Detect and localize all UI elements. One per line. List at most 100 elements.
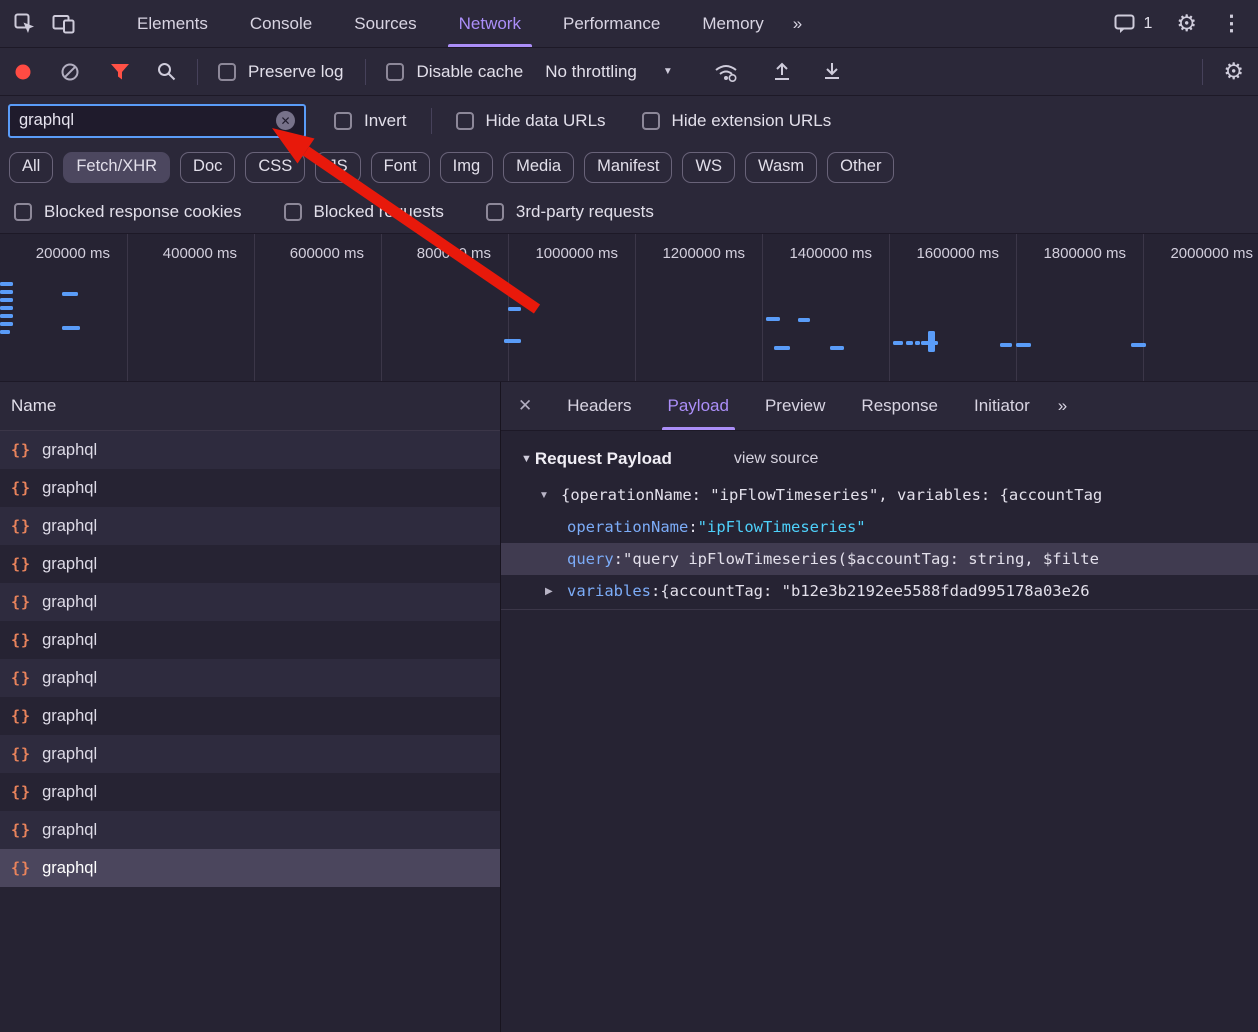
- payload-tree: ▼ {operationName: "ipFlowTimeseries", va…: [501, 479, 1258, 610]
- throttling-dropdown[interactable]: No throttling ▼: [545, 62, 673, 82]
- clear-filter-icon[interactable]: ✕: [276, 111, 295, 130]
- detail-tab-initiator[interactable]: Initiator: [956, 382, 1048, 430]
- main-tab-strip: ElementsConsoleSourcesNetworkPerformance…: [116, 0, 785, 47]
- detail-tab-payload[interactable]: Payload: [650, 382, 747, 430]
- tab-console[interactable]: Console: [229, 0, 333, 47]
- detail-tab-preview[interactable]: Preview: [747, 382, 843, 430]
- detail-tab-headers[interactable]: Headers: [549, 382, 649, 430]
- payload-entry-variables[interactable]: ▶variables: {accountTag: "b12e3b2192ee55…: [501, 575, 1258, 607]
- payload-summary-row[interactable]: ▼ {operationName: "ipFlowTimeseries", va…: [501, 479, 1258, 511]
- timeline-label: 800000 ms: [417, 245, 491, 262]
- request-row[interactable]: {}graphql: [0, 773, 500, 811]
- checkbox-icon: [456, 112, 474, 130]
- disable-cache-checkbox[interactable]: Disable cache: [386, 62, 523, 82]
- chip-ws[interactable]: WS: [682, 152, 735, 183]
- kebab-menu-icon[interactable]: ⋮: [1221, 13, 1242, 34]
- chip-manifest[interactable]: Manifest: [584, 152, 672, 183]
- chip-js[interactable]: JS: [315, 152, 360, 183]
- close-icon[interactable]: ✕: [501, 396, 549, 416]
- waterfall-bar: [0, 298, 13, 302]
- network-settings-gear-icon[interactable]: ⚙: [1223, 60, 1244, 83]
- tab-network[interactable]: Network: [438, 0, 542, 47]
- json-braces-icon: {}: [11, 859, 31, 877]
- tab-sources[interactable]: Sources: [333, 0, 437, 47]
- filter-input[interactable]: [19, 111, 276, 130]
- chip-css[interactable]: CSS: [245, 152, 305, 183]
- payload-key: operationName: [567, 518, 688, 536]
- invert-checkbox[interactable]: Invert: [334, 111, 407, 131]
- waterfall-bar: [774, 346, 790, 350]
- hide-data-urls-checkbox[interactable]: Hide data URLs: [456, 111, 606, 131]
- blocked-requests-checkbox[interactable]: Blocked requests: [284, 202, 444, 222]
- request-row[interactable]: {}graphql: [0, 811, 500, 849]
- issues-counter[interactable]: 1: [1114, 14, 1152, 34]
- request-name: graphql: [42, 745, 97, 764]
- name-column-header[interactable]: Name: [0, 382, 500, 431]
- request-row[interactable]: {}graphql: [0, 849, 500, 887]
- chip-img[interactable]: Img: [440, 152, 494, 183]
- timeline-label: 600000 ms: [290, 245, 364, 262]
- preserve-log-checkbox[interactable]: Preserve log: [218, 62, 343, 82]
- timeline-label: 400000 ms: [163, 245, 237, 262]
- colon: :: [614, 550, 623, 568]
- inspect-element-icon[interactable]: [14, 13, 36, 35]
- 3rd-party-requests-checkbox[interactable]: 3rd-party requests: [486, 202, 654, 222]
- chip-wasm[interactable]: Wasm: [745, 152, 817, 183]
- tab-elements[interactable]: Elements: [116, 0, 229, 47]
- collapse-triangle-icon[interactable]: ▼: [539, 490, 561, 501]
- payload-entry-operationname[interactable]: operationName: "ipFlowTimeseries": [501, 511, 1258, 543]
- tab-memory[interactable]: Memory: [681, 0, 784, 47]
- expand-arrow-icon[interactable]: ▶: [545, 586, 567, 597]
- search-icon[interactable]: [156, 61, 177, 82]
- payload-key: query: [567, 550, 614, 568]
- request-row[interactable]: {}graphql: [0, 507, 500, 545]
- request-row[interactable]: {}graphql: [0, 431, 500, 469]
- request-row[interactable]: {}graphql: [0, 697, 500, 735]
- request-name: graphql: [42, 441, 97, 460]
- waterfall-bar: [1000, 343, 1012, 347]
- checkbox-icon: [14, 203, 32, 221]
- blocked-response-cookies-checkbox[interactable]: Blocked response cookies: [14, 202, 242, 222]
- detail-more-tabs-button[interactable]: »: [1058, 396, 1067, 416]
- waterfall-bar: [915, 341, 920, 345]
- export-har-icon[interactable]: [821, 61, 843, 83]
- device-toolbar-icon[interactable]: [52, 14, 76, 34]
- json-braces-icon: {}: [11, 745, 31, 763]
- devtools-tabbar: ElementsConsoleSourcesNetworkPerformance…: [0, 0, 1258, 48]
- request-row[interactable]: {}graphql: [0, 469, 500, 507]
- chip-all[interactable]: All: [9, 152, 53, 183]
- request-row[interactable]: {}graphql: [0, 583, 500, 621]
- payload-entry-query[interactable]: query: "query ipFlowTimeseries($accountT…: [501, 543, 1258, 575]
- request-name: graphql: [42, 631, 97, 650]
- chip-font[interactable]: Font: [371, 152, 430, 183]
- chip-media[interactable]: Media: [503, 152, 574, 183]
- waterfall-bar: [504, 339, 521, 343]
- filter-funnel-icon[interactable]: [110, 63, 130, 81]
- chip-other[interactable]: Other: [827, 152, 894, 183]
- extra-filter-row: Blocked response cookies Blocked requests…: [0, 190, 1258, 234]
- chip-doc[interactable]: Doc: [180, 152, 235, 183]
- clear-network-log-icon[interactable]: [60, 62, 80, 82]
- hide-extension-urls-checkbox[interactable]: Hide extension URLs: [642, 111, 832, 131]
- timeline-overview[interactable]: 200000 ms400000 ms600000 ms800000 ms1000…: [0, 234, 1258, 382]
- record-button[interactable]: [14, 63, 32, 81]
- timeline-gridline: [254, 234, 255, 381]
- settings-gear-icon[interactable]: ⚙: [1176, 12, 1197, 35]
- request-row[interactable]: {} graphql: [0, 735, 500, 773]
- request-row[interactable]: {}graphql: [0, 545, 500, 583]
- collapse-triangle-icon[interactable]: ▼: [521, 453, 532, 465]
- network-conditions-icon[interactable]: [713, 61, 739, 83]
- tab-performance[interactable]: Performance: [542, 0, 681, 47]
- blocked-response-cookies-label: Blocked response cookies: [44, 202, 242, 222]
- colon: :: [651, 582, 660, 600]
- json-braces-icon: {}: [11, 821, 31, 839]
- timeline-gridline: [1143, 234, 1144, 381]
- request-row[interactable]: {}graphql: [0, 621, 500, 659]
- chip-fetch-xhr[interactable]: Fetch/XHR: [63, 152, 170, 183]
- view-source-link[interactable]: view source: [734, 450, 818, 468]
- more-tabs-button[interactable]: »: [793, 14, 802, 34]
- request-row[interactable]: {}graphql: [0, 659, 500, 697]
- payload-summary: {operationName: "ipFlowTimeseries", vari…: [561, 486, 1102, 504]
- import-har-icon[interactable]: [771, 61, 793, 83]
- detail-tab-response[interactable]: Response: [843, 382, 956, 430]
